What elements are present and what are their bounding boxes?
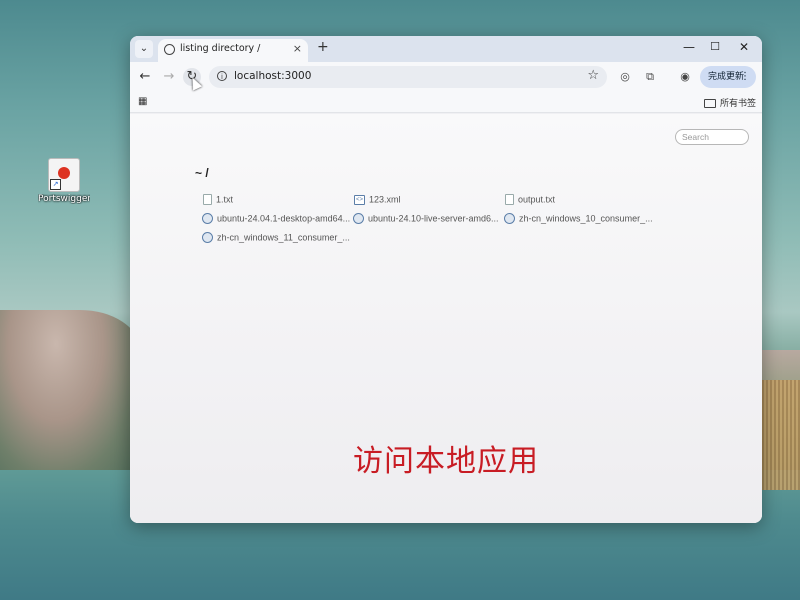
disc-image-icon — [353, 213, 364, 225]
url-text: localhost:3000 — [234, 70, 312, 82]
overlay-caption: 访问本地应用 — [353, 444, 539, 479]
menu-dots-icon[interactable]: ⋮ — [732, 66, 750, 88]
globe-icon — [164, 44, 175, 55]
browser-toolbar: ← → ↻ i localhost:3000 ☆ ◎ ⧉ ◉ 完成更新 ⋮ — [130, 62, 762, 92]
file-link[interactable]: output.txt — [505, 194, 555, 208]
lens-icon[interactable]: ◎ — [616, 68, 634, 86]
disc-image-icon — [504, 213, 515, 225]
site-info-icon[interactable]: i — [217, 71, 227, 81]
desktop-shortcut-label: PortswiggerB... — [38, 194, 90, 204]
file-name: output.txt — [518, 194, 556, 205]
apps-grid-icon[interactable]: ▦ — [138, 96, 147, 107]
disc-image-icon — [202, 213, 213, 225]
xml-file-icon: <> — [354, 194, 365, 205]
disc-image-icon — [202, 232, 213, 244]
profile-icon[interactable]: ◉ — [676, 68, 694, 86]
text-file-icon — [203, 194, 212, 206]
file-name: ubuntu-24.10-live-server-amd6... — [368, 213, 499, 224]
bookmark-star-icon[interactable]: ☆ — [587, 68, 599, 83]
minimize-button[interactable]: — — [678, 40, 700, 54]
file-link[interactable]: <> 123.xml — [354, 194, 401, 208]
tab-search-button[interactable]: ⌄ — [135, 40, 153, 58]
desktop-shortcut[interactable]: ↗ PortswiggerB... — [38, 158, 90, 204]
page-title: ~ / — [195, 166, 209, 180]
new-tab-button[interactable]: + — [317, 39, 329, 55]
file-link[interactable]: zh-cn_windows_11_consumer_... — [202, 232, 350, 246]
browser-window: ⌄ listing directory / × + — ☐ ✕ ← → ↻ i … — [130, 36, 762, 523]
text-file-icon — [505, 194, 514, 206]
back-button[interactable]: ← — [136, 68, 154, 86]
folder-icon — [704, 99, 716, 108]
search-input[interactable]: Search — [675, 129, 749, 145]
forward-button[interactable]: → — [160, 68, 178, 86]
file-name: zh-cn_windows_11_consumer_... — [217, 232, 350, 243]
close-window-button[interactable]: ✕ — [733, 40, 755, 54]
tab-close-icon[interactable]: × — [293, 42, 302, 55]
file-link[interactable]: zh-cn_windows_10_consumer_... — [504, 213, 653, 227]
tab-listing-directory[interactable]: listing directory / × — [158, 39, 308, 62]
page-content: Search ~ / 1.txt <> 123.xml output.txt ub… — [130, 114, 762, 523]
desktop-wallpaper-reeds — [760, 380, 800, 490]
update-button[interactable]: 完成更新 ⋮ — [700, 66, 756, 88]
extensions-icon[interactable]: ⧉ — [641, 68, 659, 86]
all-bookmarks-label: 所有书签 — [720, 99, 757, 109]
address-bar[interactable]: i localhost:3000 ☆ — [209, 66, 607, 88]
tab-title: listing directory / — [180, 43, 261, 54]
maximize-button[interactable]: ☐ — [704, 40, 726, 53]
file-name: ubuntu-24.04.1-desktop-amd64... — [217, 213, 351, 224]
file-link[interactable]: ubuntu-24.10-live-server-amd6... — [353, 213, 499, 227]
file-name: zh-cn_windows_10_consumer_... — [519, 213, 653, 224]
tab-strip: ⌄ listing directory / × + — ☐ ✕ — [130, 36, 762, 62]
all-bookmarks-button[interactable]: 所有书签 — [704, 96, 756, 109]
file-link[interactable]: 1.txt — [203, 194, 233, 208]
desktop-wallpaper-hill — [0, 310, 140, 480]
file-link[interactable]: ubuntu-24.04.1-desktop-amd64... — [202, 213, 350, 227]
bookmarks-bar: ▦ 所有书签 — [130, 92, 762, 113]
file-name: 1.txt — [216, 194, 234, 205]
java-app-icon: ↗ — [48, 158, 80, 192]
file-name: 123.xml — [369, 194, 401, 205]
